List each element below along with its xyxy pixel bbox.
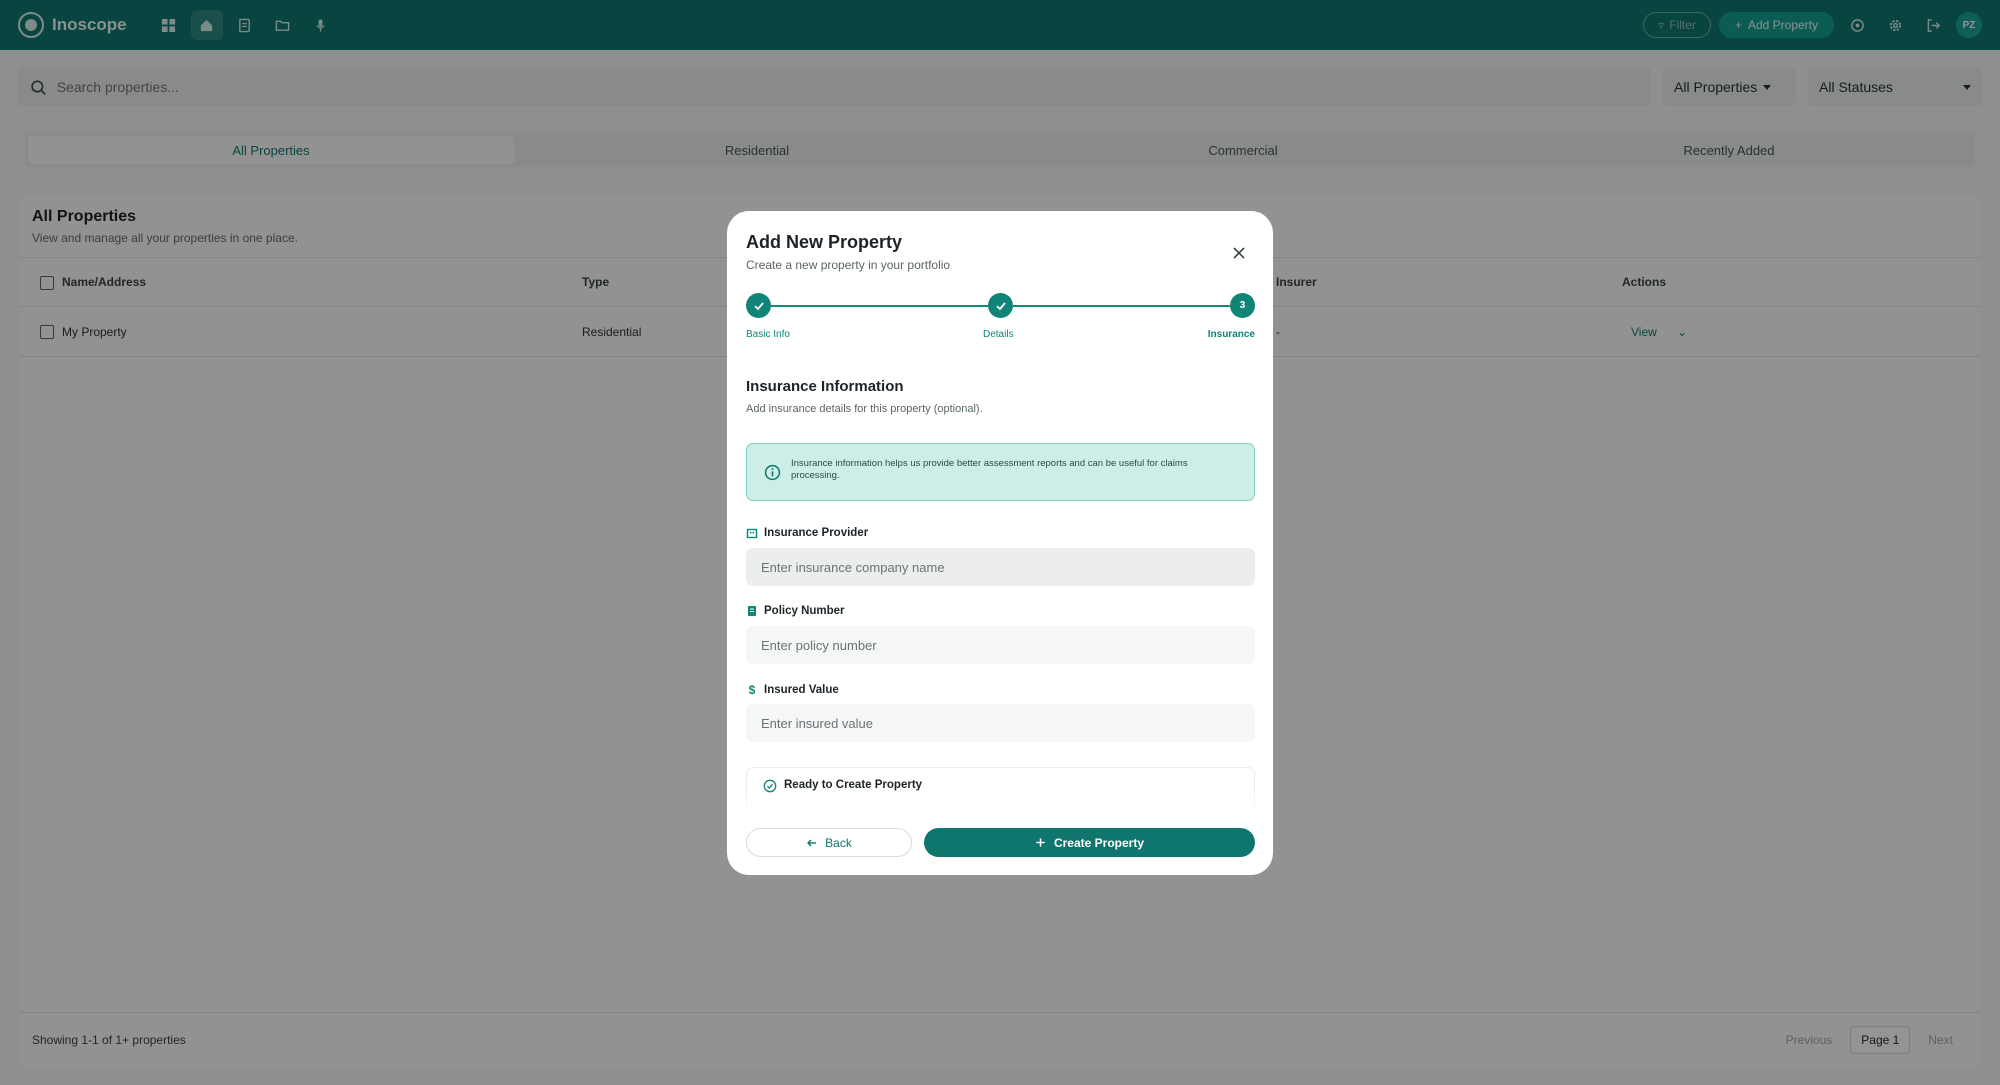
- step-connector: [1013, 305, 1230, 307]
- policy-number-label: Policy Number: [746, 605, 845, 617]
- add-property-dialog: Add New Property Create a new property i…: [727, 211, 1273, 875]
- check-circle-icon: [763, 779, 777, 793]
- step-1-complete: [746, 293, 771, 318]
- section-title: Insurance Information: [746, 378, 904, 395]
- insurance-provider-label: Insurance Provider: [746, 527, 868, 539]
- insured-value-input[interactable]: [746, 704, 1255, 742]
- create-property-label: Create Property: [1053, 835, 1145, 850]
- info-icon: [764, 464, 781, 481]
- insurance-provider-input[interactable]: [746, 548, 1255, 586]
- arrow-left-icon: [807, 839, 817, 846]
- info-text: Insurance information helps us provide b…: [791, 458, 1188, 481]
- back-button[interactable]: Back: [746, 828, 912, 857]
- building-icon: [746, 528, 758, 539]
- step-label-insurance: Insurance: [1207, 329, 1255, 340]
- ready-title: Ready to Create Property: [784, 779, 923, 791]
- dialog-title: Add New Property: [746, 232, 903, 252]
- insured-value-label-text: Insured Value: [764, 684, 839, 696]
- policy-number-label-text: Policy Number: [764, 605, 845, 617]
- policy-number-input[interactable]: [746, 626, 1255, 664]
- stepper: 3 Basic Info Details Insurance: [746, 293, 1255, 343]
- step-3-current: 3: [1230, 293, 1255, 318]
- policy-icon: [748, 606, 756, 616]
- check-icon: [995, 301, 1006, 310]
- section-subtitle: Add insurance details for this property …: [746, 403, 983, 415]
- dialog-subtitle: Create a new property in your portfolio: [746, 258, 951, 272]
- step-label-details: Details: [983, 329, 1014, 340]
- close-icon[interactable]: [1231, 245, 1247, 261]
- create-property-button[interactable]: Create Property: [924, 828, 1255, 857]
- step-connector: [771, 305, 988, 307]
- step-label-basic-info: Basic Info: [746, 329, 790, 340]
- step-2-complete: [988, 293, 1013, 318]
- dollar-icon: $: [748, 683, 756, 697]
- back-label: Back: [825, 835, 852, 850]
- info-banner: Insurance information helps us provide b…: [746, 443, 1255, 501]
- insurance-provider-label-text: Insurance Provider: [764, 527, 869, 539]
- plus-icon: [1036, 838, 1045, 847]
- check-icon: [753, 301, 764, 310]
- insured-value-label: $ Insured Value: [746, 683, 839, 697]
- scroll-fade: [746, 793, 1255, 815]
